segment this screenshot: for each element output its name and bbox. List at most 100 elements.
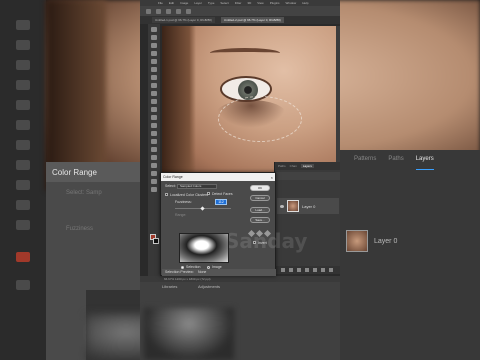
bg-fuzziness-label: Fuzziness — [66, 226, 94, 232]
bg-tool-icon — [16, 140, 30, 150]
layer-filter-bar[interactable] — [275, 172, 340, 180]
type-tool-icon[interactable] — [151, 155, 157, 160]
close-icon[interactable]: × — [271, 175, 273, 180]
history-brush-tool-icon[interactable] — [151, 107, 157, 112]
menu-type[interactable]: Type — [208, 1, 215, 5]
bg-panel-tabs: Patterns Paths Layers — [340, 156, 480, 170]
layers-panel-tabs: Paths Chan Layers — [275, 162, 340, 170]
dialog-title: Color Range — [163, 175, 183, 179]
layer-thumbnail — [287, 200, 299, 212]
tab-layers[interactable]: Layers — [300, 164, 314, 168]
layers-panel-footer — [275, 266, 340, 274]
tab-paths[interactable]: Paths — [278, 164, 286, 168]
fx-icon[interactable] — [289, 268, 293, 272]
pressure-icon[interactable] — [186, 8, 191, 14]
bg-tool-icon — [16, 200, 30, 210]
visibility-eye-icon[interactable] — [280, 204, 284, 208]
menu-edit[interactable]: Edit — [169, 1, 174, 5]
folder-icon[interactable] — [313, 268, 317, 272]
bg-foreground-swatch — [16, 252, 30, 262]
stamp-tool-icon[interactable] — [151, 99, 157, 104]
bg-tool-icon — [16, 120, 30, 130]
selection-preview-dropdown[interactable]: None — [198, 270, 206, 274]
bg-tab-layers: Layers — [415, 156, 434, 170]
menu-window[interactable]: Window — [286, 1, 297, 5]
menu-help[interactable]: Help — [302, 1, 308, 5]
menu-view[interactable]: View — [257, 1, 263, 5]
pen-tool-icon[interactable] — [151, 147, 157, 152]
invert-checkbox[interactable] — [253, 241, 256, 244]
selection-preview-thumbnail[interactable] — [179, 233, 229, 263]
document-tab-2[interactable]: Untitled-2.psd @ 66.7% (Layer 0, RGB/8#) — [220, 17, 284, 23]
tab-libraries[interactable]: Libraries — [162, 284, 177, 289]
eraser-tool-icon[interactable] — [151, 115, 157, 120]
bottom-panel: Libraries Adjustments — [140, 282, 340, 360]
move-tool-icon[interactable] — [151, 27, 157, 32]
link-icon[interactable] — [281, 268, 285, 272]
document-canvas[interactable] — [162, 26, 336, 176]
brush-mode-icon[interactable] — [166, 8, 171, 14]
menu-3d[interactable]: 3D — [247, 1, 251, 5]
menu-select[interactable]: Select — [220, 1, 228, 5]
frame-tool-icon[interactable] — [151, 67, 157, 72]
trash-icon[interactable] — [329, 268, 333, 272]
bg-select-label: Select: — [66, 190, 85, 196]
bg-tool-icon — [16, 220, 30, 230]
bg-tab-patterns: Patterns — [354, 156, 377, 162]
quick-select-tool-icon[interactable] — [151, 51, 157, 56]
menu-image[interactable]: Image — [180, 1, 188, 5]
fuzziness-slider[interactable] — [175, 206, 231, 211]
fuzziness-slider-knob[interactable] — [200, 206, 205, 211]
new-layer-icon[interactable] — [321, 268, 325, 272]
load-button[interactable]: Load... — [250, 207, 270, 213]
cancel-button[interactable]: Cancel — [250, 195, 270, 201]
bg-tool-icon — [16, 180, 30, 190]
select-dropdown[interactable]: Sampled Colors — [177, 184, 217, 189]
home-icon[interactable] — [146, 8, 151, 14]
ok-button[interactable]: OK — [250, 185, 270, 191]
zoom-tool-icon[interactable] — [151, 187, 157, 192]
hand-tool-icon[interactable] — [151, 179, 157, 184]
blur-tool-icon[interactable] — [151, 131, 157, 136]
background-color-swatch[interactable] — [153, 238, 159, 244]
bg-tool-icon — [16, 280, 30, 290]
bg-tab-paths: Paths — [388, 156, 404, 162]
canvas-scrollbar[interactable] — [336, 26, 340, 176]
photoshop-window: File Edit Image Layer Type Select Filter… — [140, 0, 340, 360]
document-tabs: Untitled-1.psd @ 66.7% (Layer 0, RGB/8#)… — [140, 16, 340, 24]
localized-clusters-label: Localized Color Clusters — [170, 193, 208, 197]
shape-tool-icon[interactable] — [151, 171, 157, 176]
menu-filter[interactable]: Filter — [235, 1, 242, 5]
marquee-tool-icon[interactable] — [151, 35, 157, 40]
bg-select-value: Samp — [86, 190, 102, 196]
gradient-tool-icon[interactable] — [151, 123, 157, 128]
save-button[interactable]: Save... — [250, 217, 270, 223]
tab-adjustments[interactable]: Adjustments — [198, 284, 220, 289]
menu-plugins[interactable]: Plugins — [270, 1, 280, 5]
bg-tool-icon — [16, 100, 30, 110]
bg-tool-icon — [16, 160, 30, 170]
brush-preset-icon[interactable] — [156, 8, 161, 14]
adjustment-icon[interactable] — [305, 268, 309, 272]
bg-dialog-title: Color Range — [52, 168, 97, 177]
lasso-tool-icon[interactable] — [151, 43, 157, 48]
bg-layer-name: Layer 0 — [374, 238, 398, 245]
airbrush-icon[interactable] — [176, 8, 181, 14]
healing-tool-icon[interactable] — [151, 83, 157, 88]
layer-row[interactable]: Layer 0 — [277, 198, 339, 214]
dodge-tool-icon[interactable] — [151, 139, 157, 144]
tab-channels[interactable]: Chan — [290, 164, 297, 168]
eyedropper-tool-icon[interactable] — [151, 75, 157, 80]
brush-tool-icon[interactable] — [151, 91, 157, 96]
selection-preview-label: Selection Preview: — [165, 270, 194, 274]
menu-layer[interactable]: Layer — [194, 1, 202, 5]
range-label: Range: — [175, 213, 187, 217]
path-select-tool-icon[interactable] — [151, 163, 157, 168]
document-tab-1[interactable]: Untitled-1.psd @ 66.7% (Layer 0, RGB/8#) — [152, 17, 215, 23]
crop-tool-icon[interactable] — [151, 59, 157, 64]
mask-icon[interactable] — [297, 268, 301, 272]
menu-file[interactable]: File — [158, 1, 163, 5]
localized-clusters-checkbox[interactable] — [165, 193, 168, 196]
fuzziness-input[interactable]: 112 — [215, 199, 227, 205]
dialog-titlebar[interactable]: Color Range × — [161, 173, 275, 181]
